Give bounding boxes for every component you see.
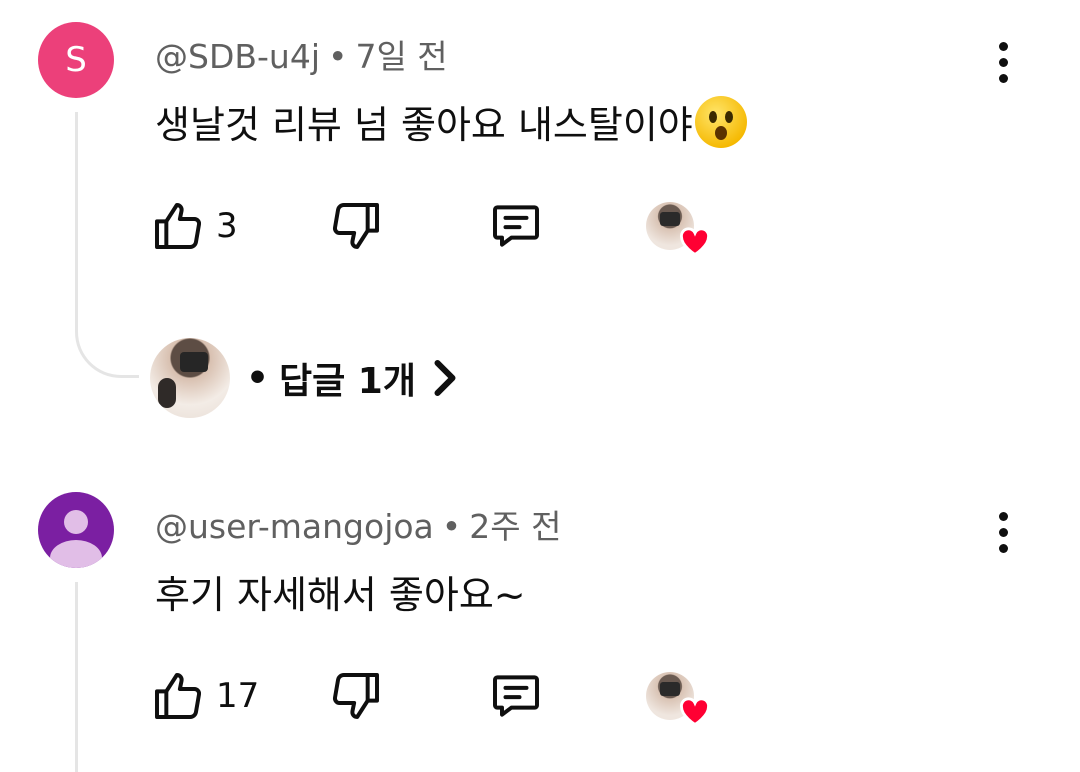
creator-heart[interactable] xyxy=(646,666,716,727)
avatar-letter: S xyxy=(65,40,87,80)
comment-2: @user-mangojoa • 2주 전 후기 자세해서 좋아요~ 17 xyxy=(0,470,1080,772)
reply-button[interactable] xyxy=(488,196,544,256)
heart-icon xyxy=(680,697,710,727)
comment-1: S @SDB-u4j • 7일 전 생날것 리뷰 넘 좋아요 내스탈이야 3 •… xyxy=(0,0,1080,440)
comment-body: 후기 자세해서 좋아요~ xyxy=(155,573,526,617)
like-button[interactable]: 3 xyxy=(150,196,238,256)
dislike-button[interactable] xyxy=(328,196,384,256)
thumbs-down-icon xyxy=(333,673,379,719)
author-avatar[interactable]: S xyxy=(38,22,114,98)
thumbs-up-icon xyxy=(155,673,201,719)
like-count: 3 xyxy=(216,206,238,246)
replies-separator: • xyxy=(246,357,270,399)
author-avatar[interactable] xyxy=(38,492,114,568)
thumbs-down-icon xyxy=(333,203,379,249)
comment-time: 7일 전 xyxy=(355,37,448,76)
comment-body: 생날것 리뷰 넘 좋아요 내스탈이야 xyxy=(155,103,693,147)
comment-text: 생날것 리뷰 넘 좋아요 내스탈이야 xyxy=(155,94,747,149)
comment-meta: @user-mangojoa • 2주 전 xyxy=(155,500,561,548)
reply-icon xyxy=(493,675,539,717)
creator-heart[interactable] xyxy=(646,196,716,257)
author-handle[interactable]: @user-mangojoa xyxy=(155,507,434,546)
like-count: 17 xyxy=(216,676,260,716)
person-icon xyxy=(50,510,102,568)
thread-line xyxy=(75,582,78,772)
dislike-button[interactable] xyxy=(328,666,384,726)
reply-button[interactable] xyxy=(488,666,544,726)
author-handle[interactable]: @SDB-u4j xyxy=(155,37,320,76)
chevron-right-icon xyxy=(434,360,456,396)
more-options-button[interactable] xyxy=(988,502,1018,562)
thumbs-up-icon xyxy=(155,203,201,249)
reply-author-avatar xyxy=(150,338,230,418)
thread-line xyxy=(75,112,78,320)
meta-separator: • xyxy=(327,37,348,76)
view-replies-button[interactable]: • 답글 1개 xyxy=(246,352,460,404)
comment-actions: 17 xyxy=(150,666,750,727)
comment-text: 후기 자세해서 좋아요~ xyxy=(155,564,526,619)
thread-connector xyxy=(75,318,139,378)
comment-time: 2주 전 xyxy=(469,507,562,546)
comment-actions: 3 xyxy=(150,196,750,257)
more-vert-icon xyxy=(998,511,1008,521)
heart-icon xyxy=(680,227,710,257)
like-button[interactable]: 17 xyxy=(150,666,259,726)
hushed-face-emoji-icon xyxy=(694,95,747,148)
comment-meta: @SDB-u4j • 7일 전 xyxy=(155,30,448,78)
more-options-button[interactable] xyxy=(988,32,1018,92)
replies-count-label: 답글 1개 xyxy=(279,361,416,402)
meta-separator: • xyxy=(441,507,462,546)
reply-icon xyxy=(493,205,539,247)
view-replies-row[interactable]: • 답글 1개 xyxy=(150,338,460,418)
more-vert-icon xyxy=(998,41,1008,51)
